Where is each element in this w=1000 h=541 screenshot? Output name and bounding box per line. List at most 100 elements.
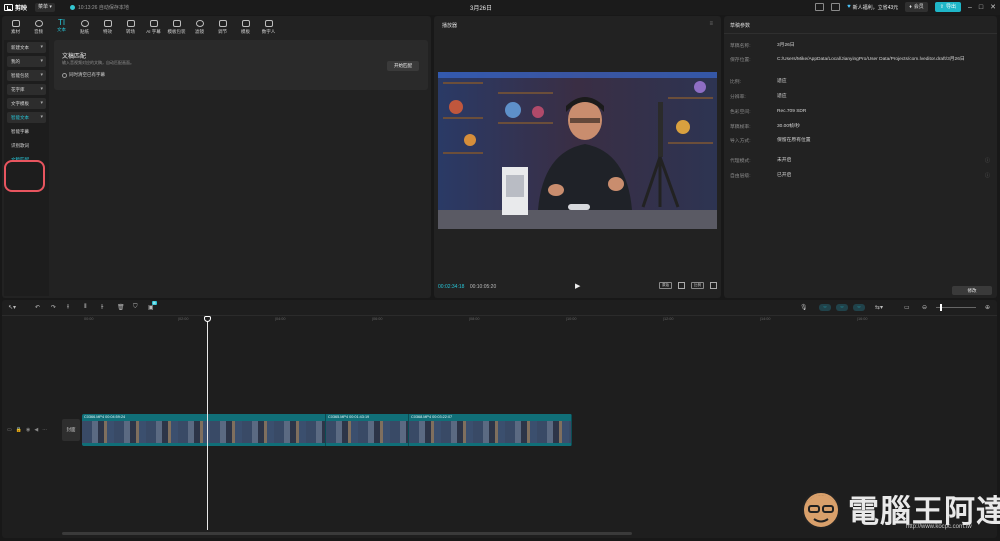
ai-tool-icon[interactable]: ▣ (148, 304, 154, 311)
nav-smart-captions[interactable]: 智能字幕 (7, 126, 46, 137)
tab-digital-human[interactable]: 数字人 (257, 18, 280, 38)
select-tool-icon[interactable]: ↖▾ (8, 304, 16, 311)
redo-icon[interactable]: ↷ (51, 304, 56, 311)
divider (724, 33, 997, 34)
original-quality-button[interactable]: 原始 (659, 282, 672, 289)
prop-value: 未开启 (777, 158, 792, 163)
text-icon: TI (57, 18, 66, 27)
tab-label: 贴纸 (80, 29, 89, 34)
lock-icon[interactable]: 🔒 (16, 427, 22, 433)
tab-text[interactable]: TI 文本 (50, 18, 73, 38)
fullscreen-icon[interactable] (710, 282, 717, 289)
tick-label: |06:00 (372, 317, 383, 321)
nav-smart-text[interactable]: 智能文本 (7, 112, 46, 123)
split-left-icon[interactable]: ⫴ (84, 304, 87, 311)
snap-icon[interactable]: ⇆▾ (875, 304, 883, 311)
vip-button[interactable]: ♦ 会员 (905, 2, 928, 12)
microphone-icon[interactable]: 🎙 (800, 304, 808, 311)
prop-label: 代理模式: (730, 159, 751, 164)
tab-label: 特效 (103, 29, 112, 34)
tick-label: |12:00 (663, 317, 674, 321)
mascot-logo-icon (802, 491, 840, 529)
tab-transitions[interactable]: 转场 (119, 18, 142, 38)
cloud-check-icon (70, 5, 75, 10)
more-icon[interactable]: ⋯ (42, 427, 47, 433)
split-icon[interactable]: ⫲ (67, 304, 69, 311)
layout-icon[interactable] (815, 3, 825, 11)
video-clip[interactable]: C0365.MP4 00:01:43:19 (326, 414, 409, 446)
menu-button[interactable]: 菜单 ▾ (35, 3, 55, 12)
tab-effects[interactable]: 特效 (96, 18, 119, 38)
video-clip[interactable]: C0368.MP4 00:03:22:07 (409, 414, 572, 446)
menu-icon[interactable]: ≡ (709, 21, 713, 27)
zoom-slider[interactable] (936, 307, 976, 308)
prop-value: 3月26日 (777, 43, 795, 48)
tab-stickers[interactable]: 贴纸 (73, 18, 96, 38)
main-video-track[interactable]: C0366.MP4 00:04:59:24 C0365.MP4 00:01:43… (82, 414, 572, 446)
clear-captions-checkbox[interactable]: 同时清空已有字幕 (62, 72, 105, 78)
tab-audio[interactable]: 音频 (27, 18, 50, 38)
zoom-fit-icon[interactable]: ⊕ (985, 304, 990, 311)
tab-media[interactable]: 素材 (4, 18, 27, 38)
maximize-icon[interactable]: □ (979, 4, 983, 11)
autosave-status: 10:13:26 自动保存本地 (70, 4, 129, 11)
export-button[interactable]: ⇪ 导出 (934, 2, 961, 12)
eye-icon[interactable]: ◉ (26, 427, 30, 433)
tab-label: 素材 (11, 29, 20, 34)
nav-fancy-text[interactable]: 花字库 (7, 84, 46, 95)
prop-frame-rate: 草稿帧率: 30.00帧/秒 (730, 123, 992, 130)
player-panel: 播放器 ≡ 00:02:34:18 00:10:05:20 ▶ 原始 比例 (434, 16, 721, 298)
zoom-slider-knob[interactable] (940, 304, 942, 311)
tick-label: |10:00 (566, 317, 577, 321)
crop-icon[interactable] (678, 282, 685, 289)
track-lock-icon[interactable]: ▭ (7, 427, 12, 433)
nav-mine[interactable]: 我的 (7, 56, 46, 67)
title-bar: 剪映 菜单 ▾ 10:13:26 自动保存本地 3月26日 ♥ 新人福利，立省4… (0, 0, 1000, 15)
promo-banner[interactable]: ♥ 新人福利，立省43元 (847, 4, 898, 11)
time-ruler[interactable]: 00:00 |02:00 |04:00 |06:00 |08:00 |10:00… (82, 317, 982, 326)
nav-new-text[interactable]: 新建文本 (7, 42, 46, 53)
help-icon[interactable]: ⓘ (985, 157, 990, 164)
start-match-button[interactable]: 开始匹配 (387, 61, 419, 71)
speaker-icon[interactable]: ◀ (34, 427, 38, 433)
shield-icon[interactable]: ⛉ (133, 304, 138, 311)
help-icon[interactable]: ⓘ (985, 172, 990, 179)
video-preview[interactable] (438, 72, 717, 229)
magnet-toggle[interactable]: ⇔ (819, 304, 831, 311)
play-icon[interactable]: ▶ (575, 282, 580, 290)
cover-button[interactable]: 封面 (62, 419, 80, 441)
tab-label: 文本 (57, 27, 66, 32)
timeline-scrollbar[interactable] (62, 532, 632, 535)
tab-templates[interactable]: 模板 (234, 18, 257, 38)
clip-label: C0366.MP4 00:04:59:24 (84, 415, 126, 419)
minimize-icon[interactable]: – (968, 4, 972, 11)
close-icon[interactable]: ✕ (990, 3, 996, 11)
modify-button[interactable]: 修改 (952, 286, 992, 295)
tab-template-pack[interactable]: 模板包装 (165, 18, 188, 38)
video-clip[interactable]: C0366.MP4 00:04:59:24 (82, 414, 326, 446)
nav-smart-package[interactable]: 智能包装 (7, 70, 46, 81)
nav-recognize-lyrics[interactable]: 识别歌词 (7, 140, 46, 151)
total-time: 00:10:05:20 (469, 284, 497, 290)
tab-adjust[interactable]: 调节 (211, 18, 234, 38)
nav-text-templates[interactable]: 文字模板 (7, 98, 46, 109)
zoom-out-icon[interactable]: ⊖ (922, 304, 927, 311)
preview-axis-toggle[interactable]: ⇔ (853, 304, 865, 311)
captions-icon[interactable]: ▭ (904, 304, 910, 311)
tab-ai-captions[interactable]: AI 字幕 (142, 18, 165, 38)
timeline-toolbar: ↖▾ ↶ ↷ ⫲ ⫴ ⫳ 🗑 ⛉ ▣ 新 🎙 ⇔ ⇔ ⇔ ⇆▾ ▭ ⊖ ⊕ (2, 300, 997, 316)
prop-label: 导入方式: (730, 139, 751, 144)
split-right-icon[interactable]: ⫳ (101, 304, 103, 311)
prop-save-location: 保存位置: C:/Users/Mike/AppData/Local/Jianyin… (730, 56, 992, 63)
undo-icon[interactable]: ↶ (35, 304, 40, 311)
properties-title: 草稿参数 (730, 23, 751, 29)
playhead[interactable] (207, 320, 208, 530)
track-controls: ▭ 🔒 ◉ ◀ ⋯ (7, 427, 47, 433)
shortcut-icon[interactable] (831, 3, 841, 11)
tick-label: |16:00 (857, 317, 868, 321)
tab-filters[interactable]: 滤镜 (188, 18, 211, 38)
prop-resolution: 分辨率: 适应 (730, 93, 992, 100)
delete-icon[interactable]: 🗑 (117, 304, 125, 311)
link-toggle[interactable]: ⇔ (836, 304, 848, 311)
aspect-ratio-button[interactable]: 比例 (691, 282, 704, 289)
